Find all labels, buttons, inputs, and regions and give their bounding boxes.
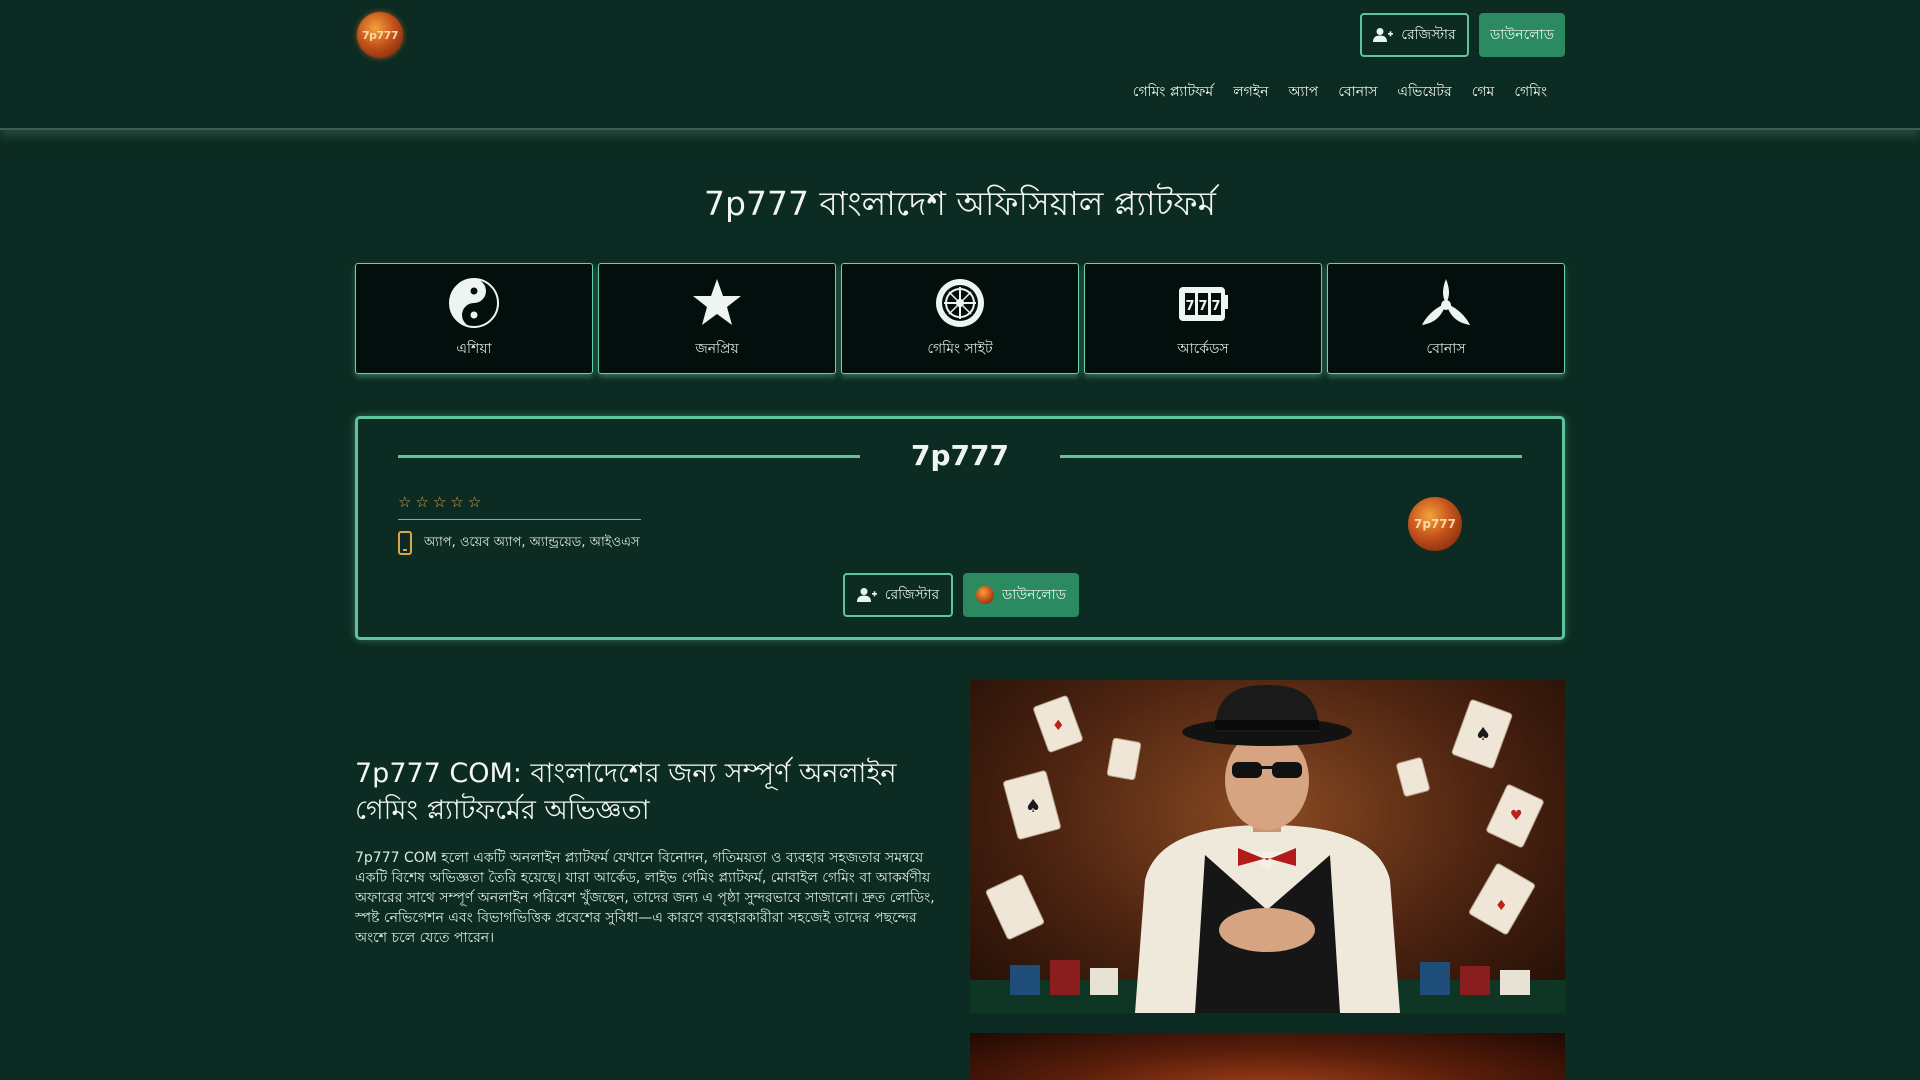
casino-dealer-image: ♦ ♦ ♥ ♠ ♠	[970, 680, 1565, 1013]
main-nav: গেমিং প্ল্যাটফর্ম লগইন অ্যাপ বোনাস এভিয়…	[1133, 80, 1547, 104]
nav-item-gaming-platform[interactable]: গেমিং প্ল্যাটফর্ম	[1133, 80, 1213, 104]
second-promo-image	[970, 1033, 1565, 1080]
nav-item-gaming[interactable]: গেমিং	[1514, 80, 1547, 104]
header-register-label: রেজিস্টার	[1401, 27, 1456, 43]
category-label: জনপ্রিয়	[695, 340, 739, 357]
header-download-label: ডাউনলোড	[1489, 27, 1555, 43]
info-register-label: রেজিস্টার	[884, 587, 940, 603]
category-card-bonus[interactable]: বোনাস	[1327, 263, 1565, 374]
svg-text:♦: ♦	[1495, 898, 1508, 914]
nav-item-games[interactable]: গেম	[1472, 80, 1495, 104]
site-header: 7p777 রেজিস্টার ডাউনলোড গেমিং প্ল্যাটফর্…	[0, 0, 1920, 130]
svg-text:♥: ♥	[1510, 808, 1523, 824]
header-download-button[interactable]: ডাউনলোড	[1479, 13, 1565, 57]
star-outline-icon: ☆	[415, 493, 429, 511]
svg-text:7: 7	[1185, 299, 1194, 314]
nav-item-bonus[interactable]: বোনাস	[1338, 80, 1377, 104]
casino-dealer-illustration: ♦ ♦ ♥ ♠ ♠	[970, 685, 1565, 1013]
logo-text: 7p777	[362, 28, 399, 42]
platforms-text: অ্যাপ, ওয়েব অ্যাপ, অ্যান্ড্রয়েড, আইওএস	[424, 534, 640, 550]
mobile-phone-icon	[398, 531, 412, 555]
svg-text:7: 7	[1198, 299, 1207, 314]
user-plus-icon	[856, 588, 877, 602]
category-label: এশিয়া	[456, 340, 492, 357]
nav-item-aviator[interactable]: এভিয়েটর	[1397, 80, 1451, 104]
article-body: 7p777 COM হলো একটি অনলাইন প্ল্যাটফর্ম যে…	[355, 850, 935, 946]
app-logo: 7p777	[1408, 497, 1462, 551]
nav-item-login[interactable]: লগইন	[1233, 80, 1268, 104]
logo-mini-icon	[975, 586, 994, 604]
star-icon	[693, 278, 741, 325]
header-register-button[interactable]: রেজিস্টার	[1360, 13, 1469, 57]
slot-machine-icon: 7 7 7	[1179, 286, 1228, 321]
category-card-arcades[interactable]: 7 7 7 আর্কেডস	[1084, 263, 1322, 374]
info-download-button[interactable]: ডাউনলোড	[963, 573, 1079, 617]
user-plus-icon	[1373, 28, 1394, 42]
info-register-button[interactable]: রেজিস্টার	[843, 573, 953, 617]
category-card-popular[interactable]: জনপ্রিয়	[598, 263, 836, 374]
article-title: 7p777 COM: বাংলাদেশের জন্য সম্পূর্ণ অনলা…	[355, 758, 897, 826]
svg-text:♦: ♦	[1052, 718, 1065, 734]
star-outline-icon: ☆	[398, 493, 412, 511]
app-info-box: 7p777 ☆ ☆ ☆ ☆ ☆ অ্যাপ, ওয়েব অ্যাপ, অ্যা…	[355, 416, 1565, 640]
category-card-gaming-site[interactable]: গেমিং সাইট	[841, 263, 1079, 374]
yin-yang-icon	[449, 277, 499, 328]
rating-divider	[398, 519, 641, 520]
platform-list: অ্যাপ, ওয়েব অ্যাপ, অ্যান্ড্রয়েড, আইওএস	[398, 531, 640, 555]
roulette-icon	[936, 278, 984, 327]
star-outline-icon: ☆	[450, 493, 464, 511]
category-cards: এশিয়া জনপ্রিয় গেমিং সাইট 7 7 7 আর্কেডস…	[355, 263, 1565, 374]
app-logo-text: 7p777	[1414, 517, 1456, 531]
category-label: আর্কেডস	[1177, 340, 1229, 357]
nav-item-app[interactable]: অ্যাপ	[1288, 80, 1318, 104]
page-title: 7p777 বাংলাদেশ অফিসিয়াল প্ল্যাটফর্ম	[704, 184, 1216, 223]
site-logo[interactable]: 7p777	[357, 12, 403, 58]
category-card-asia[interactable]: এশিয়া	[355, 263, 593, 374]
propeller-icon	[1422, 278, 1470, 325]
svg-text:7: 7	[1211, 299, 1220, 314]
star-outline-icon: ☆	[467, 493, 482, 511]
rating-stars: ☆ ☆ ☆ ☆ ☆	[398, 493, 481, 511]
info-download-label: ডাউনলোড	[1001, 587, 1067, 603]
svg-text:♠: ♠	[1025, 796, 1041, 817]
star-outline-icon: ☆	[432, 493, 447, 511]
category-label: গেমিং সাইট	[927, 340, 993, 357]
app-name: 7p777	[911, 439, 1009, 472]
category-label: বোনাস	[1426, 340, 1466, 357]
svg-text:♠: ♠	[1475, 724, 1491, 745]
